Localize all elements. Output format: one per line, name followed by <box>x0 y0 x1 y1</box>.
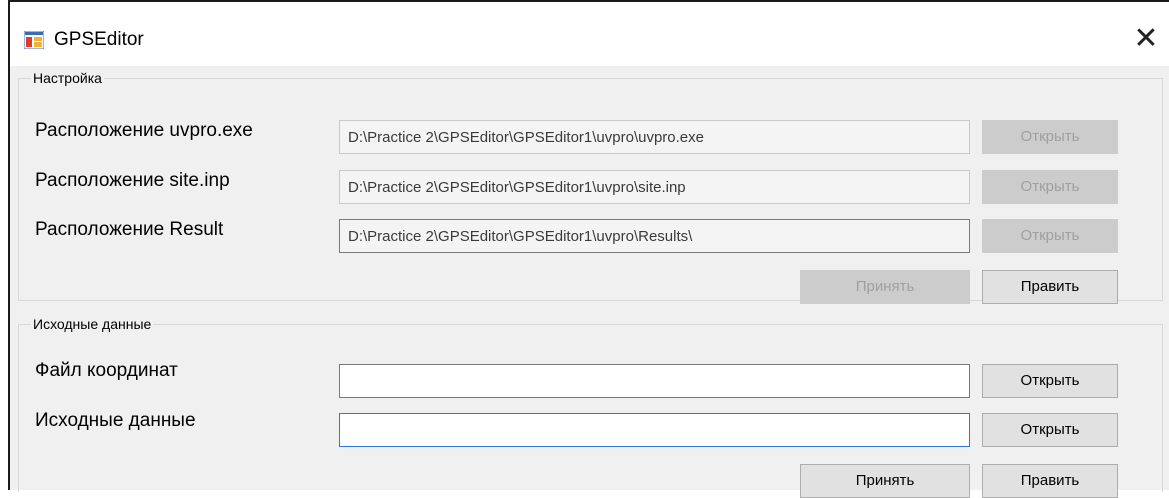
title-bar[interactable]: GPSEditor ✕ <box>10 2 1169 66</box>
site-path-label: Расположение site.inp <box>35 170 230 191</box>
source-data-label: Исходные данные <box>35 410 196 431</box>
uvpro-path-label: Расположение uvpro.exe <box>35 120 253 141</box>
coordinates-file-input[interactable] <box>339 364 970 398</box>
source-edit-button[interactable]: Править <box>982 464 1118 498</box>
source-data-group: Исходные данные Файл координат Открыть И… <box>18 316 1163 498</box>
settings-edit-button[interactable]: Править <box>982 270 1118 304</box>
app-window: GPSEditor ✕ Настройка Расположение uvpro… <box>8 0 1169 498</box>
site-path-input[interactable] <box>339 170 970 204</box>
coordinates-open-button[interactable]: Открыть <box>982 364 1118 398</box>
source-data-legend: Исходные данные <box>33 316 152 332</box>
uvpro-open-button[interactable]: Открыть <box>982 120 1118 154</box>
source-accept-button[interactable]: Принять <box>800 464 970 498</box>
coordinates-file-label: Файл координат <box>35 360 178 381</box>
source-data-input[interactable] <box>339 413 970 447</box>
result-path-label: Расположение Result <box>35 219 224 240</box>
site-open-button[interactable]: Открыть <box>982 170 1118 204</box>
close-icon[interactable]: ✕ <box>1129 24 1163 58</box>
uvpro-path-input[interactable] <box>339 120 970 154</box>
result-path-input[interactable] <box>339 219 970 253</box>
window-title: GPSEditor <box>54 29 144 50</box>
settings-legend: Настройка <box>33 70 102 86</box>
app-window-icon <box>24 31 44 49</box>
settings-accept-button[interactable]: Принять <box>800 270 970 304</box>
source-data-open-button[interactable]: Открыть <box>982 413 1118 447</box>
settings-group: Настройка Расположение uvpro.exe Открыть… <box>18 70 1163 304</box>
result-open-button[interactable]: Открыть <box>982 219 1118 253</box>
